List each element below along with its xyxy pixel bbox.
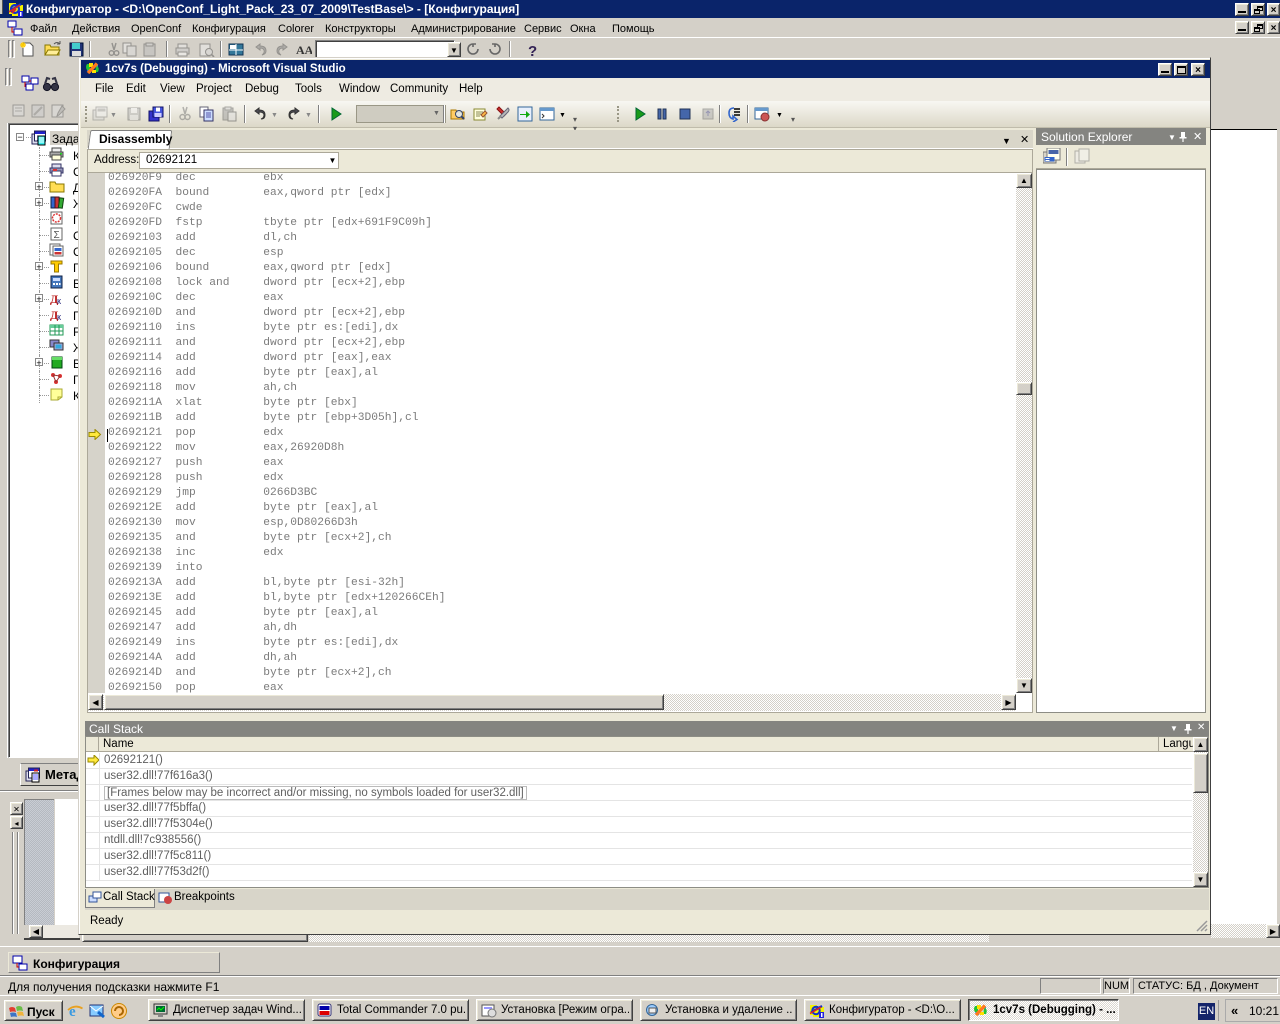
- svg-text:к: к: [57, 312, 61, 321]
- svg-text:АА: АА: [296, 43, 312, 57]
- svg-text:?: ?: [528, 43, 537, 58]
- svg-text:к: к: [57, 296, 61, 305]
- svg-text:Σ: Σ: [54, 230, 60, 241]
